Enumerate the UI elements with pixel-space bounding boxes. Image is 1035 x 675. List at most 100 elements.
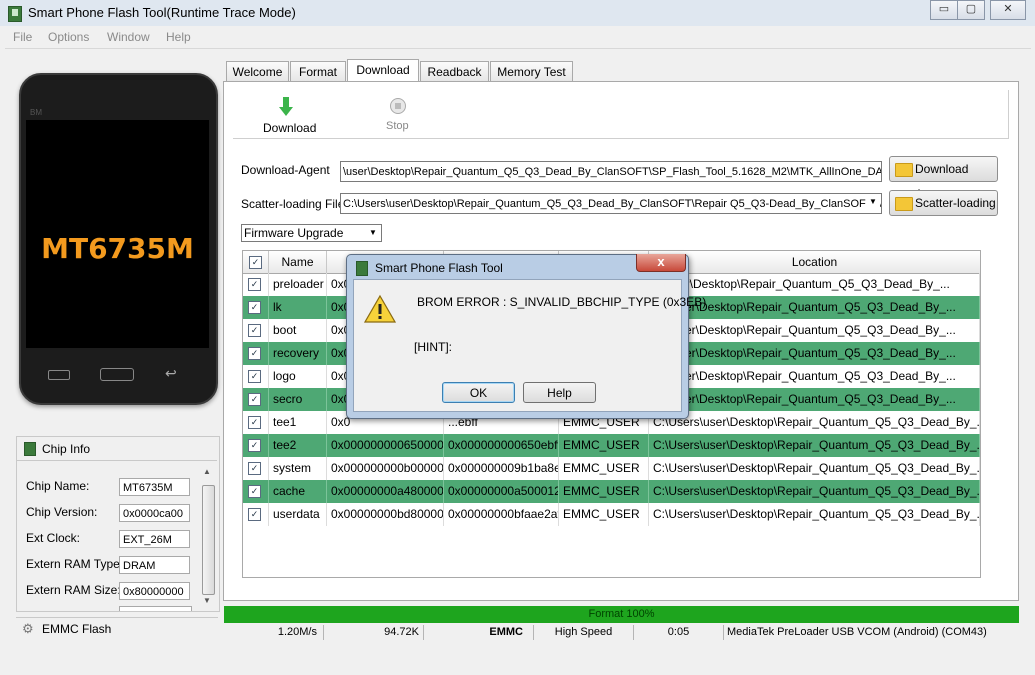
row-checkbox[interactable]: ✓ [248,278,261,291]
row-select-cell[interactable]: ✓ [243,457,269,480]
row-select-cell[interactable]: ✓ [243,342,269,365]
dialog-message: BROM ERROR : S_INVALID_BBCHIP_TYPE (0x3E… [417,295,707,309]
row-checkbox[interactable]: ✓ [248,508,261,521]
menu-help[interactable]: Help [166,30,191,44]
row-select-cell[interactable]: ✓ [243,480,269,503]
table-row[interactable]: ✓ cache 0x00000000a4800000 0x00000000a50001… [243,480,980,503]
scatter-loading-button-label: Scatter-loading [915,196,996,210]
cell-location: C:\Users\user\Desktop\Repair_Quantum_Q5_… [649,480,980,503]
window-title: Smart Phone Flash Tool(Runtime Trace Mod… [28,5,296,20]
dialog-ok-button[interactable]: OK [442,382,515,403]
row-checkbox[interactable]: ✓ [248,347,261,360]
maximize-button[interactable]: ▢ [957,0,985,20]
chevron-down-icon[interactable]: ▼ [866,195,880,209]
cell-name: logo [269,365,327,388]
row-checkbox[interactable]: ✓ [248,485,261,498]
close-window-button[interactable]: ✕ [990,0,1026,20]
menu-bar [5,27,1031,49]
download-mode-value: Firmware Upgrade [244,226,344,240]
chip-field-partial [119,606,192,611]
menu-window[interactable]: Window [107,30,150,44]
row-checkbox[interactable]: ✓ [248,439,261,452]
download-button[interactable]: Download [258,96,316,136]
status-speed: 1.20M/s [224,625,324,640]
row-select-cell[interactable]: ✓ [243,273,269,296]
row-select-cell[interactable]: ✓ [243,434,269,457]
cell-name: tee1 [269,411,327,434]
header-location[interactable]: Location [649,251,980,273]
minimize-button[interactable]: ▭ [930,0,958,20]
table-row[interactable]: ✓ system 0x000000000b000000 0x000000009b1ba… [243,457,980,480]
header-select-all[interactable]: ✓ [243,251,269,273]
cell-name: secro [269,388,327,411]
download-agent-button[interactable]: Download Agent [889,156,998,201]
tab-welcome[interactable]: Welcome [226,61,289,81]
row-checkbox[interactable]: ✓ [248,462,261,475]
download-mode-select[interactable]: Firmware Upgrade ▼ [241,224,382,242]
ext-clock-label: Ext Clock: [26,531,81,545]
tab-readback[interactable]: Readback [420,61,489,81]
ram-type-value[interactable]: DRAM [119,556,190,574]
phone-brand-mark: BM [30,108,42,117]
scatter-file-select[interactable]: C:\Users\user\Desktop\Repair_Quantum_Q5_… [340,193,882,214]
chip-version-label: Chip Version: [26,505,98,519]
status-time: 0:05 [634,625,724,640]
scroll-up-icon[interactable]: ▲ [203,467,211,476]
back-key-icon: ↩ [165,365,177,381]
stop-button[interactable]: Stop [380,96,420,136]
chip-version-value[interactable]: 0x0000ca00 [119,504,190,522]
row-checkbox[interactable]: ✓ [248,324,261,337]
scroll-down-icon[interactable]: ▼ [203,596,211,605]
tab-download[interactable]: Download [347,59,419,82]
cell-region: EMMC_USER [559,434,649,457]
header-name[interactable]: Name [269,251,327,273]
dialog-close-button[interactable]: x [636,254,686,272]
chip-info-scrollbar[interactable]: ▲ ▼ [201,465,215,607]
stop-button-label: Stop [386,120,409,132]
cell-location: C:\Users\user\Desktop\Repair_Quantum_Q5_… [649,411,980,434]
row-select-cell[interactable]: ✓ [243,388,269,411]
chip-name-label: Chip Name: [26,479,90,493]
ram-size-label: Extern RAM Size: [26,583,121,597]
stop-icon [390,98,406,114]
download-agent-label: Download-Agent [241,163,330,177]
download-agent-field[interactable]: \user\Desktop\Repair_Quantum_Q5_Q3_Dead_… [340,161,882,182]
menu-options[interactable]: Options [48,30,89,44]
toolbar-area [233,90,1009,139]
scatter-loading-button[interactable]: Scatter-loading [889,190,998,216]
row-checkbox[interactable]: ✓ [248,370,261,383]
cell-begin: 0x00000000bd800000 [327,503,444,526]
row-checkbox[interactable]: ✓ [248,301,261,314]
home-key-icon [100,368,134,381]
ram-size-value[interactable]: 0x80000000 [119,582,190,600]
menu-file[interactable]: File [13,30,32,44]
table-row[interactable]: ✓ userdata 0x00000000bd800000 0x00000000bfa… [243,503,980,526]
emmc-flash-label: EMMC Flash [42,622,112,636]
tab-format[interactable]: Format [290,61,346,81]
progress-text: Format 100% [588,608,655,620]
chip-name-value[interactable]: MT6735M [119,478,190,496]
tab-memory-test[interactable]: Memory Test [490,61,573,81]
row-checkbox[interactable]: ✓ [248,416,261,429]
cell-begin: 0x0000000006500000 [327,434,444,457]
chevron-down-icon[interactable]: ▼ [366,226,380,240]
cell-end: 0x000000000650ebff [444,434,559,457]
row-select-cell[interactable]: ✓ [243,319,269,342]
table-row[interactable]: ✓ tee2 0x0000000006500000 0x000000000650ebf… [243,434,980,457]
row-select-cell[interactable]: ✓ [243,503,269,526]
cell-end: 0x00000000a500012f [444,480,559,503]
cell-name: tee2 [269,434,327,457]
header-checkbox[interactable]: ✓ [249,256,262,269]
ext-clock-value[interactable]: EXT_26M [119,530,190,548]
dialog-help-button[interactable]: Help [523,382,596,403]
row-checkbox[interactable]: ✓ [248,393,261,406]
row-select-cell[interactable]: ✓ [243,365,269,388]
row-select-cell[interactable]: ✓ [243,411,269,434]
scroll-thumb[interactable] [202,485,215,595]
row-select-cell[interactable]: ✓ [243,296,269,319]
cell-location: ...s\user\Desktop\Repair_Quantum_Q5_Q3_D… [649,342,980,365]
cell-region: EMMC_USER [559,457,649,480]
cell-begin: 0x000000000b000000 [327,457,444,480]
download-arrow-icon [279,97,293,117]
scatter-file-value: C:\Users\user\Desktop\Repair_Quantum_Q5_… [343,198,882,210]
